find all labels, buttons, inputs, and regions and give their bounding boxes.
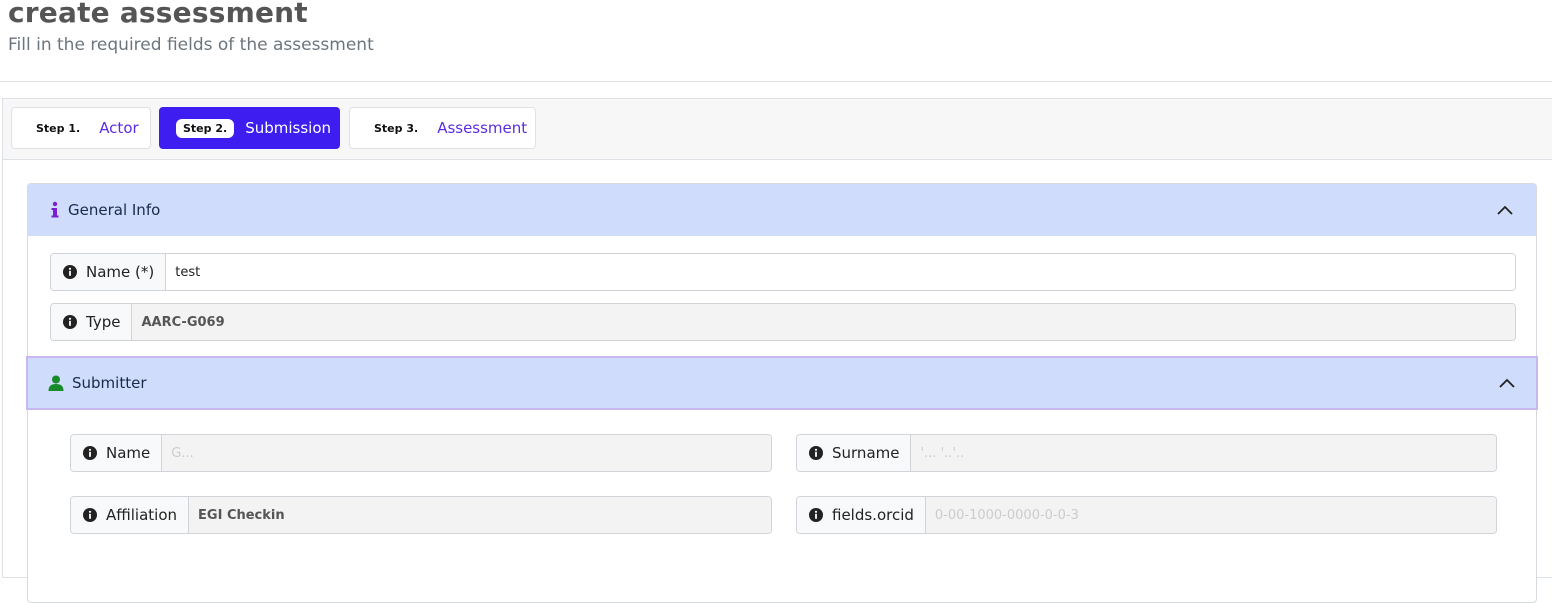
chevron-up-icon[interactable] [1496, 201, 1514, 219]
step-label: Assessment [437, 119, 528, 137]
step-label: Submission [245, 119, 331, 137]
header-divider [0, 81, 1552, 82]
label-text: Affiliation [106, 506, 178, 524]
wizard: Step 1. Actor Step 2. Submission Step 3.… [2, 98, 1552, 603]
page-subtitle: Fill in the required fields of the asses… [8, 35, 374, 55]
info-circle-icon[interactable] [809, 446, 823, 460]
step-label: Actor [99, 119, 139, 137]
step-submission-tab[interactable]: Step 2. Submission [159, 107, 340, 149]
info-circle-icon[interactable] [83, 508, 97, 522]
step-actor-tab[interactable]: Step 1. Actor [11, 107, 151, 149]
label-text: Name (*) [86, 263, 155, 281]
affiliation-group: Affiliation EGI Checkin [70, 496, 772, 534]
step-number: Step 1. [36, 121, 81, 135]
info-circle-icon[interactable] [83, 446, 97, 460]
submitter-header[interactable]: Submitter [26, 356, 1538, 410]
label-text: Surname [832, 444, 900, 462]
submitter-surname-value: '... '..'.. [911, 435, 1496, 471]
type-field-label: Type [51, 304, 133, 340]
submitter-name-label: Name [71, 435, 163, 471]
submitter-surname-group: Surname '... '..'.. [796, 434, 1497, 472]
orcid-label: fields.orcid [797, 497, 926, 533]
orcid-group: fields.orcid 0-00-1000-0000-0-0-3 [796, 496, 1497, 534]
submitter-surname-label: Surname [797, 435, 912, 471]
affiliation-value: EGI Checkin [189, 497, 771, 533]
wizard-steps-nav: Step 1. Actor Step 2. Submission Step 3.… [3, 99, 1552, 160]
page-title: create assessment [8, 0, 308, 29]
section-title: Submitter [72, 374, 147, 392]
name-field-label: Name (*) [51, 254, 167, 290]
submitter-name-value: G... [162, 435, 771, 471]
label-text: Name [106, 444, 151, 462]
info-circle-icon[interactable] [63, 315, 77, 329]
step-number: Step 3. [374, 121, 419, 135]
info-circle-icon[interactable] [809, 508, 823, 522]
assessment-form-card: General Info Name (*) test Type AARC-G06… [26, 183, 1538, 603]
orcid-value: 0-00-1000-0000-0-0-3 [925, 497, 1496, 533]
step-number: Step 2. [176, 118, 235, 138]
step-assessment-tab[interactable]: Step 3. Assessment [349, 107, 536, 149]
label-text: Type [86, 313, 121, 331]
affiliation-label: Affiliation [71, 497, 190, 533]
name-field-group: Name (*) test [50, 253, 1516, 291]
user-icon [48, 375, 64, 391]
label-text: fields.orcid [832, 506, 914, 524]
general-info-header[interactable]: General Info [28, 184, 1536, 236]
name-input[interactable]: test [166, 254, 1515, 290]
section-title: General Info [68, 201, 161, 219]
type-field-group: Type AARC-G069 [50, 303, 1516, 341]
submitter-name-group: Name G... [70, 434, 772, 472]
info-circle-icon[interactable] [63, 265, 77, 279]
info-i-icon [51, 201, 59, 218]
chevron-up-icon[interactable] [1498, 374, 1516, 392]
type-value: AARC-G069 [132, 304, 1515, 340]
